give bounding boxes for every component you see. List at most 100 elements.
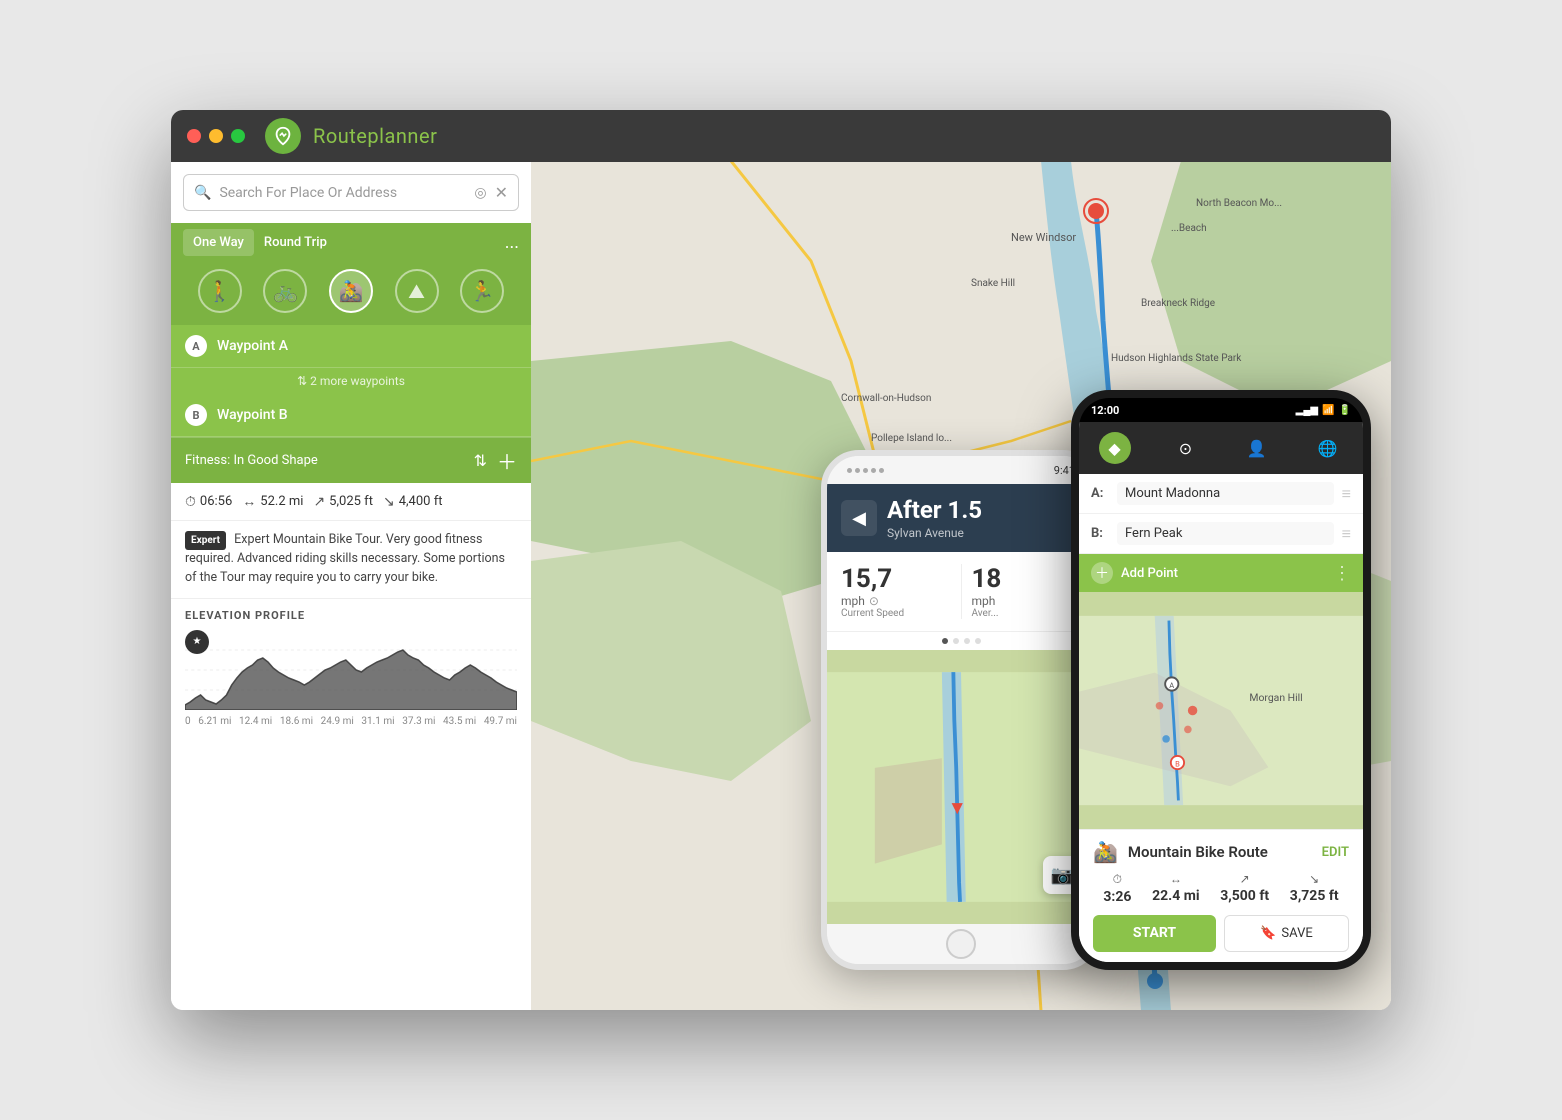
waypoints-section: A Waypoint A ⇅ 2 more waypoints B Waypoi… bbox=[171, 325, 531, 437]
elevation-x-labels: 0 6.21 mi 12.4 mi 18.6 mi 24.9 mi 31.1 m… bbox=[185, 716, 517, 727]
back-arrow-icon[interactable]: ◀ bbox=[841, 500, 877, 536]
svg-text:B: B bbox=[1175, 759, 1180, 768]
phone-waypoint-a[interactable]: A: Mount Madonna ≡ bbox=[1079, 474, 1363, 514]
add-point-icon: ＋ bbox=[1091, 562, 1113, 584]
phone-screen: ◀ After 1.5 Sylvan Avenue 15,7 mp bbox=[827, 484, 1095, 924]
time-stat-value: 3:26 bbox=[1103, 889, 1131, 905]
signal-dot bbox=[879, 468, 884, 473]
location-nav-icon[interactable]: ⊙ bbox=[1170, 432, 1202, 464]
start-button[interactable]: START bbox=[1093, 915, 1216, 952]
wifi-icon: 📶 bbox=[1322, 405, 1334, 416]
route-stats-row: ⏱ 3:26 ↔ 22.4 mi ↗ 3,500 ft bbox=[1093, 872, 1349, 905]
nav-distance: After 1.5 bbox=[887, 496, 1081, 524]
phone-map[interactable]: ▼ 📷 bbox=[827, 650, 1095, 924]
phone-waypoint-b[interactable]: B: Fern Peak ≡ bbox=[1079, 514, 1363, 554]
cycle-mode[interactable]: 🚲 bbox=[263, 269, 307, 313]
nav-info: After 1.5 Sylvan Avenue bbox=[887, 496, 1081, 540]
search-bar[interactable]: 🔍 Search For Place Or Address ◎ ✕ bbox=[183, 174, 519, 211]
more-waypoints[interactable]: ⇅ 2 more waypoints bbox=[171, 368, 531, 394]
elevation-pin: ★ bbox=[185, 630, 209, 654]
mtb-mode[interactable]: 🚵 bbox=[329, 269, 373, 313]
round-trip-tab[interactable]: Round Trip bbox=[254, 229, 337, 256]
elevation-chart: ★ 0 6.21 mi 12.4 mi 18.6 mi 2 bbox=[185, 630, 517, 730]
svg-text:Morgan Hill: Morgan Hill bbox=[1249, 691, 1302, 704]
status-time: 12:00 bbox=[1091, 404, 1119, 417]
home-button[interactable] bbox=[946, 929, 976, 959]
gps-icon[interactable]: ◎ bbox=[474, 185, 486, 201]
route-description: Expert Expert Mountain Bike Tour. Very g… bbox=[171, 521, 531, 599]
status-bar: 12:00 ▂▄▆ 📶 🔋 bbox=[1079, 398, 1363, 422]
description-text: Expert Mountain Bike Tour. Very good fit… bbox=[185, 532, 505, 585]
profile-nav-icon[interactable]: 👤 bbox=[1241, 432, 1273, 464]
swap-icon[interactable]: ⇅ bbox=[474, 451, 487, 470]
route-nav-icon[interactable]: ◆ bbox=[1099, 432, 1131, 464]
walk-mode[interactable]: 🚶 bbox=[198, 269, 242, 313]
current-speed: 15,7 mph ⊙ Current Speed bbox=[841, 564, 951, 619]
add-more-icon[interactable]: ⋮ bbox=[1333, 563, 1351, 584]
descent-icon: ↘ bbox=[1290, 872, 1339, 886]
phone-stat-descent: ↘ 3,725 ft bbox=[1290, 872, 1339, 905]
ascent-stat-value: 3,500 ft bbox=[1220, 888, 1269, 904]
descent-icon: ↘ bbox=[383, 494, 395, 510]
page-dot bbox=[975, 638, 981, 644]
nav-header: ◀ After 1.5 Sylvan Avenue bbox=[827, 484, 1095, 552]
add-waypoint-icon[interactable]: ＋ bbox=[497, 446, 517, 475]
more-options-icon[interactable]: ... bbox=[505, 232, 519, 253]
avg-speed: 18 mph Aver... bbox=[972, 564, 1082, 619]
map-area[interactable]: New Windsor Hudson Highlands State Park … bbox=[531, 162, 1391, 1010]
phone-mini-map[interactable]: B A Morgan Hill bbox=[1079, 592, 1363, 829]
clock-icon: ⏱ bbox=[1103, 872, 1131, 887]
svg-text:▼: ▼ bbox=[948, 796, 967, 819]
status-icons: ▂▄▆ 📶 🔋 bbox=[1296, 405, 1351, 416]
time-value: 06:56 bbox=[200, 494, 232, 509]
home-button-area bbox=[827, 924, 1095, 964]
search-icon: 🔍 bbox=[194, 185, 211, 201]
action-row: START 🔖 SAVE bbox=[1093, 915, 1349, 952]
waypoint-b-name: Waypoint B bbox=[217, 407, 288, 423]
search-placeholder: Search For Place Or Address bbox=[219, 185, 474, 201]
route-time: ⏱ 06:56 bbox=[185, 494, 232, 510]
speed-divider bbox=[961, 564, 962, 619]
fitness-row[interactable]: Fitness: In Good Shape ⇅ ＋ bbox=[171, 437, 531, 483]
drag-icon-b: ≡ bbox=[1342, 524, 1351, 544]
wp-name-a: Mount Madonna bbox=[1117, 482, 1334, 505]
minimize-button[interactable] bbox=[209, 129, 223, 143]
fitness-label: Fitness: In Good Shape bbox=[185, 453, 474, 468]
svg-text:North Beacon Mo...: North Beacon Mo... bbox=[1196, 198, 1282, 209]
nav-street: Sylvan Avenue bbox=[887, 526, 1081, 540]
route-descent: ↘ 4,400 ft bbox=[383, 494, 443, 510]
speed-unit2: ⊙ bbox=[869, 594, 879, 608]
phone-stat-time: ⏱ 3:26 bbox=[1103, 872, 1131, 905]
waypoint-a[interactable]: A Waypoint A bbox=[171, 325, 531, 368]
white-phone: 9:41 ◀ After 1.5 Sylvan Avenue bbox=[821, 450, 1101, 970]
elevation-section: ELEVATION PROFILE ★ 0 6.21 mi 12.4 bbox=[171, 599, 531, 1011]
wp-label-b: B: bbox=[1091, 526, 1109, 541]
avg-value: 18 bbox=[972, 564, 1082, 594]
run-mode[interactable]: 🏃 bbox=[460, 269, 504, 313]
distance-value: 52.2 mi bbox=[260, 494, 303, 509]
drag-icon: ≡ bbox=[1342, 484, 1351, 504]
waypoint-b-label: B bbox=[185, 404, 207, 426]
one-way-tab[interactable]: One Way bbox=[183, 229, 254, 256]
speed-row: 15,7 mph ⊙ Current Speed 18 mph bbox=[827, 552, 1095, 632]
phone-stat-distance: ↔ 22.4 mi bbox=[1152, 872, 1199, 905]
maximize-button[interactable] bbox=[231, 129, 245, 143]
signal-dot bbox=[847, 468, 852, 473]
bike-icon: 🚵 bbox=[1093, 840, 1118, 864]
waypoint-b[interactable]: B Waypoint B bbox=[171, 394, 531, 437]
route-distance: ↔ 52.2 mi bbox=[242, 493, 303, 510]
distance-stat-value: 22.4 mi bbox=[1152, 888, 1199, 904]
search-clear-icon[interactable]: ✕ bbox=[495, 183, 508, 202]
save-button[interactable]: 🔖 SAVE bbox=[1224, 915, 1349, 952]
route-name: Mountain Bike Route bbox=[1128, 843, 1322, 861]
hike-mode[interactable]: ⛰ bbox=[395, 269, 439, 313]
add-point-row[interactable]: ＋ Add Point ⋮ bbox=[1079, 554, 1363, 592]
close-button[interactable] bbox=[187, 129, 201, 143]
mac-window: Routeplanner 🔍 Search For Place Or Addre… bbox=[171, 110, 1391, 1010]
wp-label-a: A: bbox=[1091, 486, 1109, 501]
page-dot bbox=[953, 638, 959, 644]
edit-button[interactable]: EDIT bbox=[1322, 845, 1349, 860]
globe-nav-icon[interactable]: 🌐 bbox=[1312, 432, 1344, 464]
app-logo bbox=[265, 118, 301, 154]
avg-label: Aver... bbox=[972, 608, 1082, 619]
